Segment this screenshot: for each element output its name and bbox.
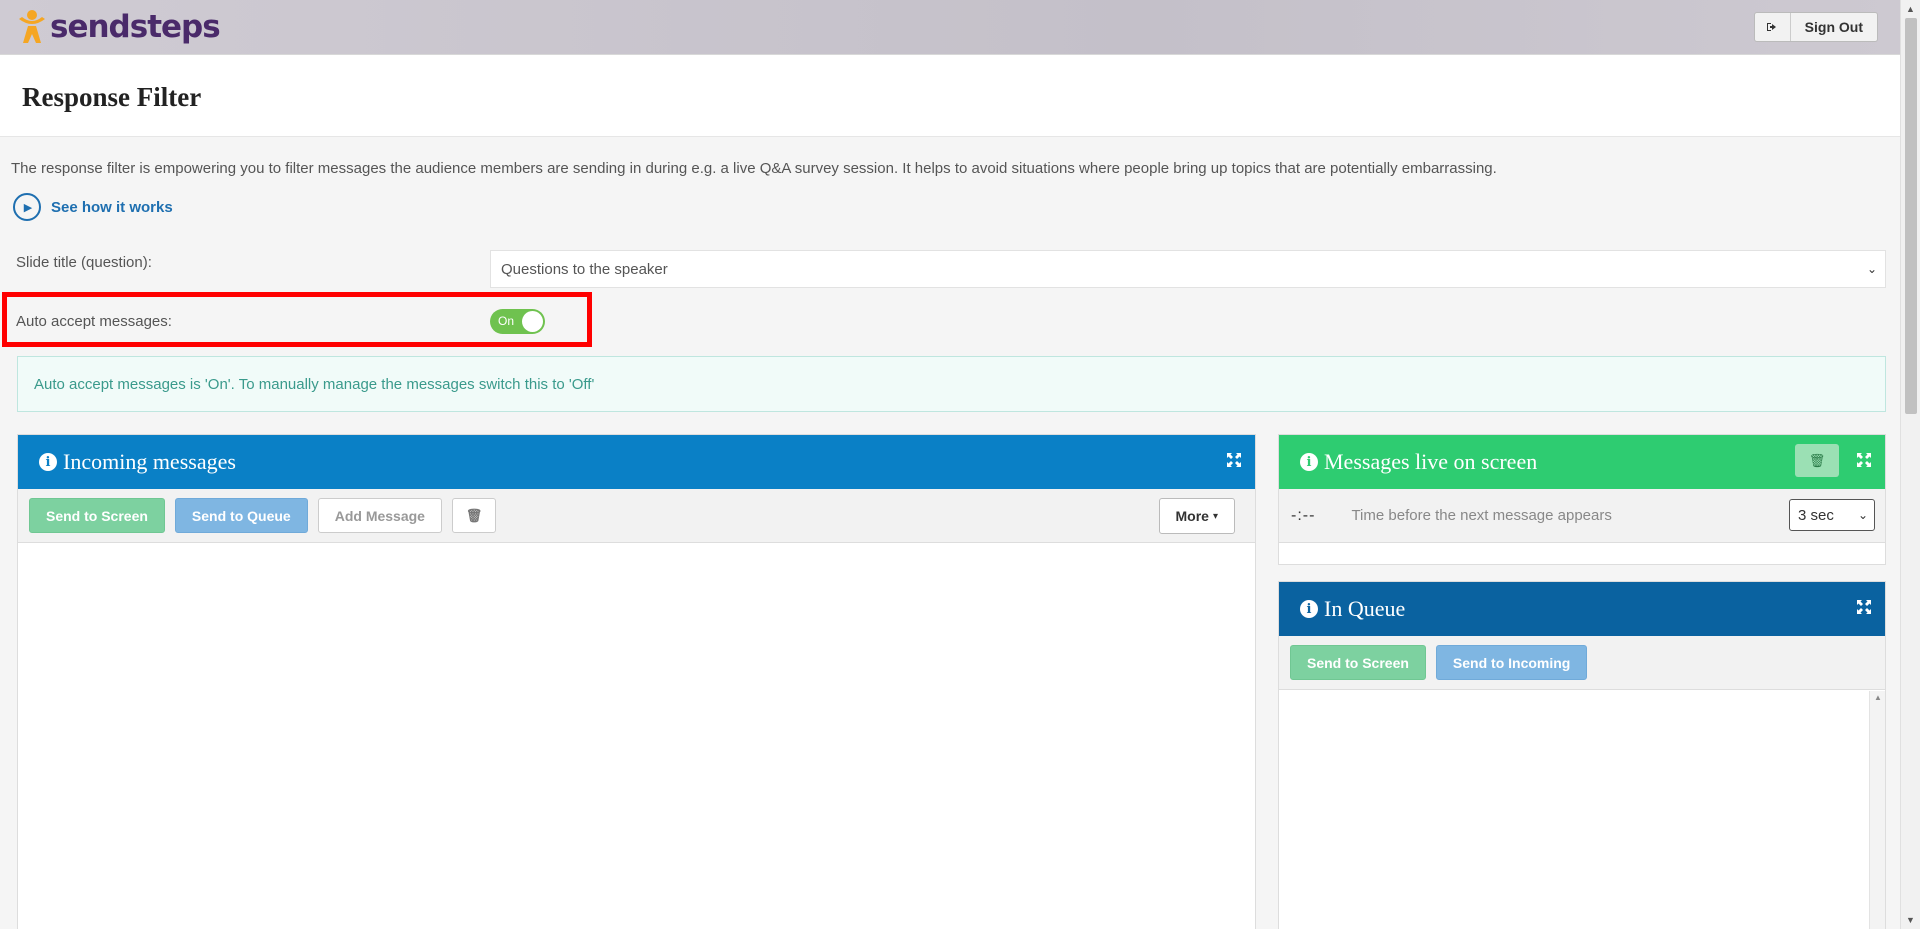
scroll-up-icon[interactable]: ▲	[1874, 693, 1882, 702]
live-panel-title: Messages live on screen	[1324, 449, 1538, 474]
expand-icon[interactable]	[1227, 453, 1241, 472]
page-title: Response Filter	[22, 82, 202, 112]
trash-icon: 🗑	[465, 507, 483, 523]
add-message-button[interactable]: Add Message	[317, 498, 442, 533]
trash-icon: 🗑	[1808, 452, 1826, 468]
queue-panel-header: i In Queue	[1279, 582, 1885, 636]
scroll-up-icon[interactable]: ▲	[1906, 4, 1915, 14]
top-bar: sendsteps Sign Out	[0, 0, 1900, 55]
info-icon[interactable]: i	[1300, 600, 1318, 618]
clear-screen-button[interactable]: 🗑	[1795, 444, 1839, 477]
timer-value: 3 sec	[1798, 506, 1834, 524]
timer-label: Time before the next message appears	[1351, 507, 1612, 524]
sign-out-icon	[1755, 13, 1791, 41]
incoming-panel-header: i Incoming messages	[18, 435, 1255, 489]
auto-accept-alert: Auto accept messages is 'On'. To manuall…	[17, 356, 1886, 412]
page-header: Response Filter	[0, 55, 1900, 137]
chevron-down-icon: ⌄	[1857, 508, 1868, 522]
logo[interactable]: sendsteps	[16, 8, 221, 46]
live-messages-panel: i Messages live on screen 🗑 -:-- Time be…	[1278, 434, 1886, 565]
sign-out-button[interactable]: Sign Out	[1753, 12, 1878, 42]
see-how-it-works-label: See how it works	[51, 198, 173, 216]
toggle-state-label: On	[498, 314, 515, 328]
expand-icon[interactable]	[1857, 600, 1871, 619]
info-icon[interactable]: i	[39, 453, 57, 471]
timer-select[interactable]: 3 sec ⌄	[1789, 499, 1875, 531]
see-how-it-works-link[interactable]: ▶ See how it works	[13, 193, 173, 221]
queue-send-to-screen-button[interactable]: Send to Screen	[1290, 645, 1426, 680]
queue-list-scrollbar[interactable]: ▲	[1869, 691, 1885, 929]
caret-down-icon: ▾	[1212, 510, 1218, 522]
in-queue-panel: i In Queue Send to Screen Send to Incomi…	[1278, 581, 1886, 929]
info-icon[interactable]: i	[1300, 453, 1318, 471]
expand-icon[interactable]	[1857, 453, 1871, 472]
sign-out-label: Sign Out	[1804, 19, 1863, 35]
timer-icon: -:--	[1291, 506, 1316, 524]
incoming-messages-panel: i Incoming messages Send to Screen Send …	[17, 434, 1256, 929]
incoming-panel-title: Incoming messages	[63, 449, 236, 474]
scrollbar-thumb[interactable]	[1905, 18, 1917, 414]
slide-title-label: Slide title (question):	[16, 254, 152, 271]
slide-title-select[interactable]: Questions to the speaker ⌄	[490, 250, 1886, 288]
incoming-toolbar: Send to Screen Send to Queue Add Message…	[18, 489, 1255, 543]
timer-row: -:-- Time before the next message appear…	[1279, 489, 1885, 543]
chevron-down-icon: ⌄	[1866, 262, 1877, 276]
live-panel-header: i Messages live on screen 🗑	[1279, 435, 1885, 489]
auto-accept-label: Auto accept messages:	[16, 313, 172, 330]
delete-button[interactable]: 🗑	[451, 498, 496, 533]
toggle-knob	[522, 311, 543, 332]
play-icon: ▶	[13, 193, 41, 221]
page-scrollbar[interactable]: ▲ ▼	[1900, 0, 1920, 929]
queue-panel-title: In Queue	[1324, 596, 1406, 621]
send-to-incoming-button[interactable]: Send to Incoming	[1435, 645, 1588, 680]
slide-title-value: Questions to the speaker	[501, 260, 668, 278]
more-label: More	[1175, 508, 1209, 524]
scroll-down-icon[interactable]: ▼	[1906, 915, 1915, 925]
sendsteps-person-icon	[16, 9, 48, 45]
more-dropdown-button[interactable]: More ▾	[1158, 498, 1235, 534]
auto-accept-toggle[interactable]: On	[490, 309, 545, 334]
send-to-screen-button[interactable]: Send to Screen	[29, 498, 165, 533]
alert-text: Auto accept messages is 'On'. To manuall…	[34, 375, 595, 393]
logo-text: sendsteps	[50, 9, 221, 45]
queue-toolbar: Send to Screen Send to Incoming	[1279, 636, 1885, 690]
intro-text: The response filter is empowering you to…	[11, 160, 1497, 177]
send-to-queue-button[interactable]: Send to Queue	[174, 498, 308, 533]
